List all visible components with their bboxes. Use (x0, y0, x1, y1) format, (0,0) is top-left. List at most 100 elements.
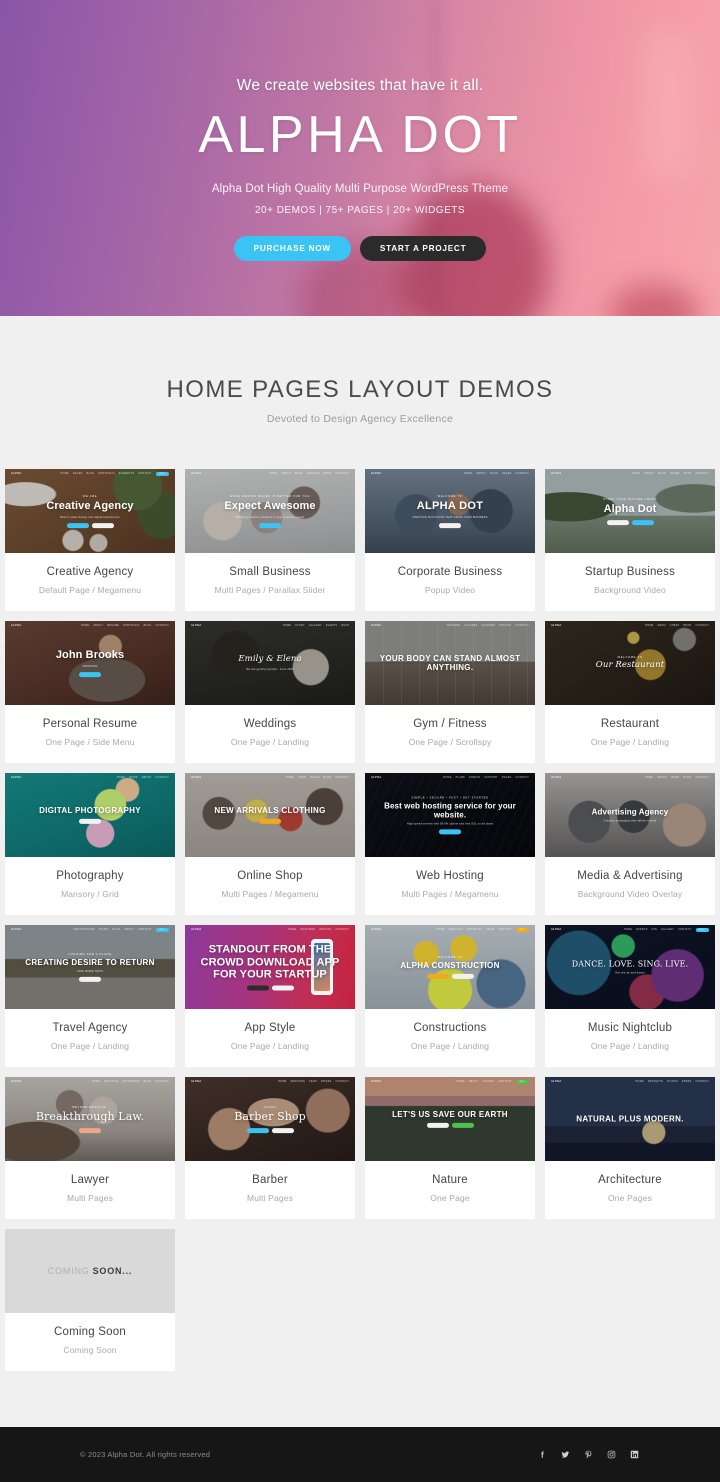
thumb-button-primary (79, 819, 101, 825)
mini-nav-link: CONTACT (695, 776, 709, 779)
purchase-now-button[interactable]: PURCHASE NOW (233, 235, 351, 261)
mini-nav-brand: ALPHA (191, 1080, 202, 1083)
mini-nav: ALPHA HOME FEATURES PRICING CONTACT (185, 925, 355, 934)
mini-nav-link: STUDIO (667, 1080, 678, 1083)
demo-card-coming-soon[interactable]: COMING SOON... Coming Soon Coming Soon (5, 1229, 175, 1371)
mini-nav-link: PAGES (72, 472, 83, 475)
demo-thumbnail[interactable]: ALPHA HOME ABOUT BLOG PAGES CONTACT WELCOME TO… (365, 469, 535, 553)
demo-thumbnail[interactable]: ALPHA HOME PROJECTS STUDIO PRESS CONTACT NATUR… (545, 1077, 715, 1161)
demo-card-web-hosting[interactable]: ALPHA HOME PLANS DOMAIN SUPPORT PAGES CONTACT S… (365, 773, 535, 915)
demo-thumbnail[interactable]: ALPHA TRAINING CLASSES COACHES PRICING CONTAC… (365, 621, 535, 705)
demo-card-weddings[interactable]: ALPHA HOME STORY GALLERY EVENTS RSVP Emily & E… (185, 621, 355, 763)
demo-thumbnail[interactable]: ALPHA HOME ABOUT CAUSES CONTACT BUY LET'S US S… (365, 1077, 535, 1161)
demo-card-body: Barber Multi Pages (185, 1161, 355, 1219)
mini-nav-link: HOME (632, 472, 641, 475)
demo-thumbnail[interactable]: ALPHA HOME ABOUT WORK BLOG CONTACT Advertising… (545, 773, 715, 857)
demo-thumbnail[interactable]: ALPHA HOME ABOUT BLOG SERVICE SHOP CONTACT Good… (185, 469, 355, 553)
mini-nav-link: CONTACT (695, 624, 709, 627)
mini-nav-link: PORTFOLIO (123, 624, 140, 627)
mini-nav-links: HOME SERVICES TEAM PRICES CONTACT (278, 1080, 349, 1083)
demo-thumbnail[interactable]: ALPHA HOME SERVICES PROJECTS TEAM CONTACT BUY W… (365, 925, 535, 1009)
mini-nav-link: CONTACT (515, 472, 529, 475)
mini-nav-link: COACHES (481, 624, 496, 627)
thumb-copy: LET'S US SAVE OUR EARTH (365, 1110, 535, 1129)
demo-card-corporate-business[interactable]: ALPHA HOME ABOUT BLOG PAGES CONTACT WELCOME TO… (365, 469, 535, 611)
pinterest-icon[interactable] (583, 1449, 594, 1460)
mini-nav: ALPHA HOME MENU CHEFS BOOK CONTACT (545, 621, 715, 630)
demo-card-startup-business[interactable]: ALPHA HOME ABOUT BLOG PAGES SHOP CONTACT START … (545, 469, 715, 611)
demo-card-lawyer[interactable]: ALPHA HOME PRACTICE ATTORNEYS BLOG CONTACT Bey… (5, 1077, 175, 1219)
twitter-icon[interactable] (560, 1449, 571, 1460)
thumb-button-primary (246, 985, 269, 991)
demo-thumbnail[interactable]: ALPHA HOME ABOUT BLOG PAGES SHOP CONTACT START … (545, 469, 715, 553)
demo-thumbnail[interactable]: ALPHA HOME MENU CHEFS BOOK CONTACT WELCOME TO O… (545, 621, 715, 705)
demo-card-creative-agency[interactable]: ALPHA HOME PAGES BLOG PORTFOLIO ELEMENTS CONTA… (5, 469, 175, 611)
demo-card-travel-agency[interactable]: ALPHA DESTINATIONS TOURS BLOG ABOUT CONTACT BU… (5, 925, 175, 1067)
mini-nav-cta: BUY (515, 1079, 529, 1084)
mini-nav-link: ABOUT (644, 472, 655, 475)
mini-nav-link: CONTACT (498, 928, 512, 931)
demo-thumbnail[interactable]: COMING SOON... (5, 1229, 175, 1313)
demo-thumbnail[interactable]: ALPHA HOME PLANS DOMAIN SUPPORT PAGES CONTACT S… (365, 773, 535, 857)
mini-nav-link: CHEFS (669, 624, 680, 627)
mini-nav-link: HOME (463, 472, 473, 475)
thumb-button-primary (79, 671, 101, 677)
demo-thumbnail[interactable]: ALPHA HOME WORK ABOUT CONTACT DIGITAL PHOTOGR… (5, 773, 175, 857)
demo-meta: One Page / Landing (50, 1041, 130, 1051)
demo-card-body: Small Business Multi Pages / Parallax Sli… (185, 553, 355, 611)
thumb-description: CREATIVE SOLUTIONS THAT GROW YOUR BUSINE… (412, 515, 488, 519)
demo-thumbnail[interactable]: ALPHA HOME FEATURES PRICING CONTACT STANDOUT … (185, 925, 355, 1009)
social-links (537, 1449, 640, 1460)
demo-thumbnail[interactable]: ALPHA HOME STORY GALLERY EVENTS RSVP Emily & E… (185, 621, 355, 705)
mini-nav-link: MENU (657, 624, 666, 627)
mini-nav-link: HOME (278, 1080, 287, 1083)
demo-card-personal-resume[interactable]: ALPHA HOME ABOUT RESUME PORTFOLIO BLOG CONTACT… (5, 621, 175, 763)
mini-nav: ALPHA HOME PROJECTS STUDIO PRESS CONTACT (545, 1077, 715, 1086)
mini-nav-cta: BUY (695, 927, 709, 932)
facebook-icon[interactable] (537, 1449, 548, 1460)
demo-card-photography[interactable]: ALPHA HOME WORK ABOUT CONTACT DIGITAL PHOTOGR… (5, 773, 175, 915)
thumb-button-secondary (631, 519, 654, 525)
mini-nav-link: CONTACT (498, 1080, 512, 1083)
thumb-button-primary (426, 1123, 449, 1129)
mini-nav-brand: ALPHA (551, 776, 562, 779)
demo-card-small-business[interactable]: ALPHA HOME ABOUT BLOG SERVICE SHOP CONTACT Good… (185, 469, 355, 611)
mini-nav: ALPHA HOME SHOP PAGES BLOG CONTACT (185, 773, 355, 782)
demo-meta: Coming Soon (63, 1345, 117, 1355)
thumb-description: TAKE MORE TRIPS (76, 970, 104, 974)
demo-card-restaurant[interactable]: ALPHA HOME MENU CHEFS BOOK CONTACT WELCOME TO O… (545, 621, 715, 763)
demo-thumbnail[interactable]: ALPHA HOME ABOUT RESUME PORTFOLIO BLOG CONTACT… (5, 621, 175, 705)
mini-nav-links: HOME ABOUT CAUSES CONTACT BUY (456, 1079, 529, 1084)
demo-card-gym-fitness[interactable]: ALPHA TRAINING CLASSES COACHES PRICING CONTAC… (365, 621, 535, 763)
demo-thumbnail[interactable]: ALPHA HOME SHOP PAGES BLOG CONTACT NEW ARRIVAL… (185, 773, 355, 857)
mini-nav-link: BLOG (658, 472, 666, 475)
demo-card-barber[interactable]: ALPHA HOME SERVICES TEAM PRICES CONTACT Alpha B… (185, 1077, 355, 1219)
demo-card-architecture[interactable]: ALPHA HOME PROJECTS STUDIO PRESS CONTACT NATUR… (545, 1077, 715, 1219)
mini-nav-link: CONTACT (138, 472, 152, 475)
thumb-headline: CREATING DESIRE TO RETURN (25, 957, 155, 967)
demo-thumbnail[interactable]: ALPHA HOME PRACTICE ATTORNEYS BLOG CONTACT Bey… (5, 1077, 175, 1161)
linkedin-icon[interactable] (629, 1449, 640, 1460)
hero-actions: PURCHASE NOW START A PROJECT (0, 235, 720, 261)
demo-meta: One Pages (608, 1193, 652, 1203)
mini-nav-brand: ALPHA (371, 776, 382, 779)
demo-card-app-style[interactable]: ALPHA HOME FEATURES PRICING CONTACT STANDOUT … (185, 925, 355, 1067)
demo-card-media-advertising[interactable]: ALPHA HOME ABOUT WORK BLOG CONTACT Advertising… (545, 773, 715, 915)
start-a-project-button[interactable]: START A PROJECT (359, 235, 487, 261)
instagram-icon[interactable] (606, 1449, 617, 1460)
demo-thumbnail[interactable]: ALPHA HOME SERVICES TEAM PRICES CONTACT Alpha B… (185, 1077, 355, 1161)
demo-thumbnail[interactable]: ALPHA DESTINATIONS TOURS BLOG ABOUT CONTACT BU… (5, 925, 175, 1009)
thumb-copy: Emily & Elena We are getting married - Ju… (185, 654, 355, 671)
demo-card-online-shop[interactable]: ALPHA HOME SHOP PAGES BLOG CONTACT NEW ARRIVAL… (185, 773, 355, 915)
mini-nav-links: HOME PLANS DOMAIN SUPPORT PAGES CONTACT (443, 776, 529, 779)
demo-thumbnail[interactable]: ALPHA HOME PAGES BLOG PORTFOLIO ELEMENTS CONTA… (5, 469, 175, 553)
demo-card-body: Restaurant One Page / Landing (545, 705, 715, 763)
demo-card-music-nightclub[interactable]: ALPHA HOME EVENTS DJS GALLERY CONTACT BUY DANCE… (545, 925, 715, 1067)
demo-title: Weddings (243, 718, 297, 730)
thumb-buttons (373, 829, 527, 835)
thumb-copy: Good design makes it better for you Expec… (185, 494, 355, 528)
demo-thumbnail[interactable]: ALPHA HOME EVENTS DJS GALLERY CONTACT BUY DANCE… (545, 925, 715, 1009)
mini-nav-links: HOME ABOUT BLOG PAGES SHOP CONTACT (632, 472, 709, 475)
demo-card-constructions[interactable]: ALPHA HOME SERVICES PROJECTS TEAM CONTACT BUY W… (365, 925, 535, 1067)
demo-card-nature[interactable]: ALPHA HOME ABOUT CAUSES CONTACT BUY LET'S US S… (365, 1077, 535, 1219)
